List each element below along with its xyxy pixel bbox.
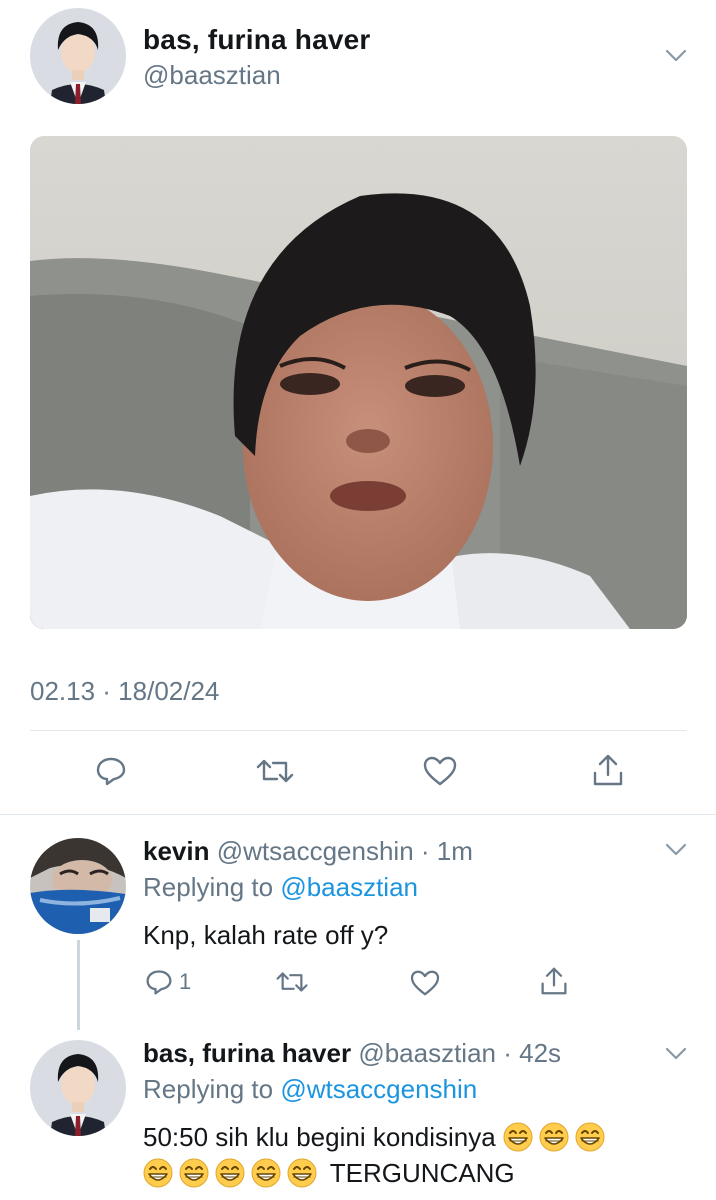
divider [30, 730, 687, 731]
tweet-timestamp: 02.13 · 18/02/24 [30, 676, 220, 706]
chevron-down-icon[interactable] [664, 842, 688, 858]
chevron-down-icon[interactable] [664, 48, 688, 64]
attached-photo[interactable] [30, 136, 687, 629]
reply-display-name[interactable]: bas, furina haver [143, 1038, 351, 1068]
grin-emoji-icon [179, 1158, 209, 1188]
replying-to-link[interactable]: @baasztian [280, 872, 418, 902]
grin-emoji-icon [215, 1158, 245, 1188]
grin-emoji-icon [503, 1122, 533, 1152]
retweet-button[interactable] [255, 757, 295, 785]
reply-text: 50:50 sih klu begini kondisinya [143, 1122, 496, 1152]
retweet-icon [256, 759, 294, 783]
grin-emoji-icon [287, 1158, 317, 1188]
replying-prefix: Replying to [143, 872, 274, 902]
replying-to-link[interactable]: @wtsaccgenshin [280, 1074, 477, 1104]
like-button[interactable] [423, 756, 457, 786]
reply-header: kevin @wtsaccgenshin · 1m [143, 836, 473, 867]
reply-header: bas, furina haver @baasztian · 42s [143, 1038, 561, 1069]
reply-text-line1: 50:50 sih klu begini kondisinya [143, 1122, 611, 1153]
grin-emoji-icon [575, 1122, 605, 1152]
like-button[interactable] [410, 970, 440, 996]
divider [0, 814, 716, 815]
reply-text: Knp, kalah rate off y? [143, 920, 389, 950]
reply-avatar-bas[interactable] [30, 1040, 126, 1136]
reply-button[interactable] [95, 755, 127, 787]
grin-emoji-icon [143, 1158, 173, 1188]
reply-count: 1 [179, 969, 192, 994]
reply-display-name[interactable]: kevin [143, 836, 210, 866]
share-icon [593, 754, 623, 786]
retweet-button[interactable] [275, 970, 309, 994]
share-icon [541, 967, 567, 995]
reply-avatar-kevin[interactable] [30, 838, 126, 934]
reply-text-suffix: TERGUNCANG [329, 1158, 515, 1188]
reply-text-line2: TERGUNCANG [143, 1158, 515, 1189]
reply-icon [96, 757, 126, 786]
replying-to: Replying to @wtsaccgenshin [143, 1074, 477, 1105]
retweet-icon [276, 972, 308, 992]
author-display-name[interactable]: bas, furina haver [143, 24, 370, 56]
share-button[interactable] [540, 966, 568, 996]
reply-handle-time[interactable]: @baasztian · 42s [358, 1038, 561, 1068]
replying-to: Replying to @baasztian [143, 872, 418, 903]
like-heart-icon [410, 970, 440, 996]
share-button[interactable] [592, 753, 624, 787]
author-avatar[interactable] [30, 8, 126, 104]
grin-emoji-icon [251, 1158, 281, 1188]
replying-prefix: Replying to [143, 1074, 274, 1104]
grin-emoji-icon [539, 1122, 569, 1152]
reply-handle-time[interactable]: @wtsaccgenshin · 1m [217, 836, 473, 866]
author-handle[interactable]: @baasztian [143, 60, 281, 91]
thread-connector-line [77, 940, 80, 1030]
chevron-down-icon[interactable] [664, 1046, 688, 1062]
like-heart-icon [423, 756, 457, 786]
reply-icon [146, 970, 172, 995]
reply-button[interactable]: 1 [145, 968, 191, 996]
